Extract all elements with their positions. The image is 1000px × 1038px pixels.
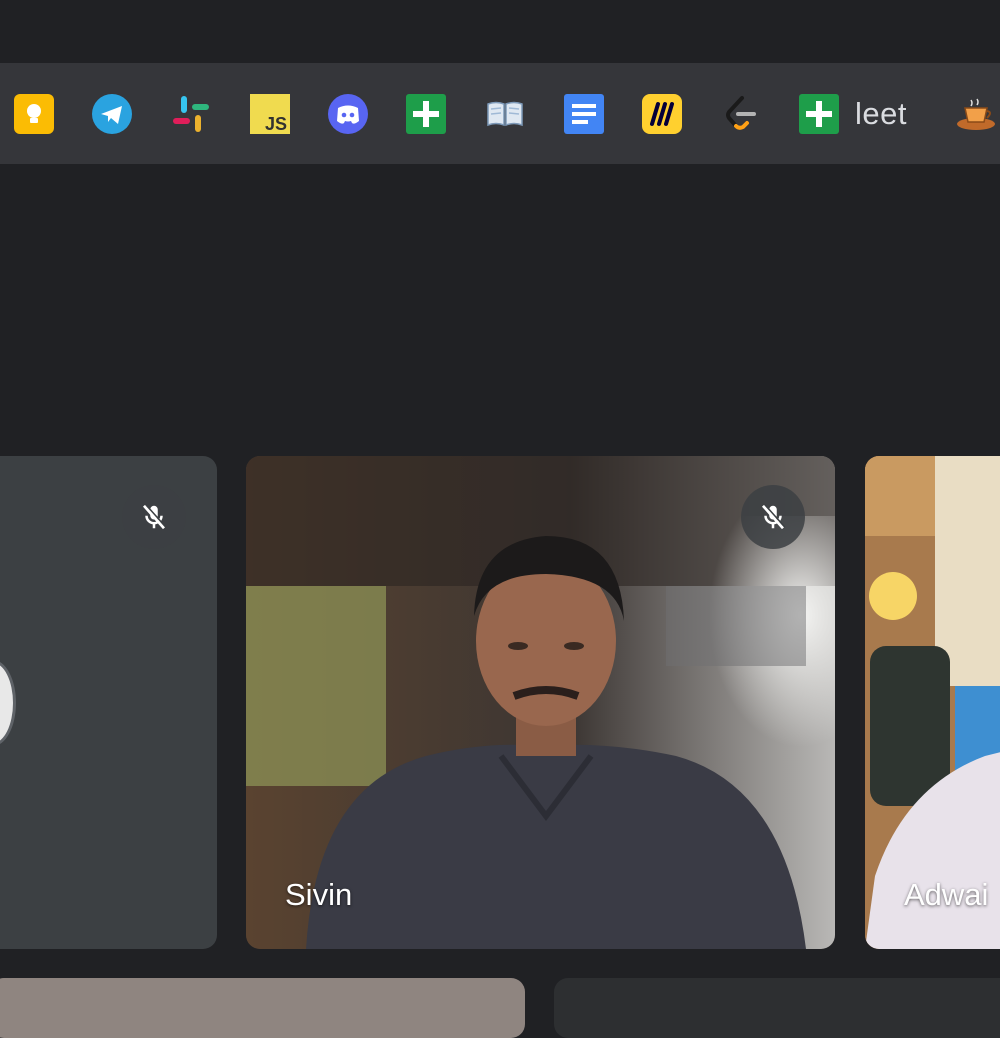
browser-tab-strip <box>0 0 1000 63</box>
bookmark-cup[interactable] <box>956 94 996 134</box>
bookmark-leetcode[interactable] <box>720 94 760 134</box>
keep-icon <box>14 94 54 134</box>
participant-tile[interactable] <box>0 978 525 1038</box>
bookmark-docs[interactable] <box>564 94 604 134</box>
google-sheets-plus-icon <box>799 94 839 134</box>
participant-name: Sivin <box>285 877 353 912</box>
participant-tile[interactable] <box>0 456 217 949</box>
svg-text:JS: JS <box>265 114 287 134</box>
slack-icon <box>173 96 209 132</box>
bookmark-discord[interactable] <box>328 94 368 134</box>
participant-name: Adwai <box>904 877 989 912</box>
google-sheets-plus-icon <box>406 94 446 134</box>
google-docs-icon <box>564 94 604 134</box>
participant-tile[interactable] <box>554 978 1000 1038</box>
mic-off-indicator <box>122 485 186 549</box>
cup-icon <box>957 98 995 130</box>
bookmark-book[interactable] <box>485 94 525 134</box>
mic-off-icon <box>761 504 786 530</box>
bookmark-miro[interactable] <box>642 94 682 134</box>
telegram-icon <box>92 94 132 134</box>
bookmark-sheets-leet[interactable] <box>799 94 839 134</box>
bookmark-label-leet[interactable]: leet <box>855 96 907 132</box>
leetcode-icon <box>726 96 756 130</box>
mic-off-icon <box>142 504 167 530</box>
discord-icon <box>328 94 368 134</box>
bookmark-slack[interactable] <box>171 94 211 134</box>
miro-icon <box>642 94 682 134</box>
book-icon <box>487 101 523 127</box>
bookmark-javascript[interactable]: JS <box>250 94 290 134</box>
participant-tile[interactable] <box>865 456 1000 949</box>
bookmark-keep[interactable] <box>14 94 54 134</box>
mic-off-indicator <box>741 485 805 549</box>
participant-video <box>865 456 1000 949</box>
bookmark-telegram[interactable] <box>92 94 132 134</box>
bookmark-sheets-1[interactable] <box>406 94 446 134</box>
javascript-icon: JS <box>250 94 290 134</box>
